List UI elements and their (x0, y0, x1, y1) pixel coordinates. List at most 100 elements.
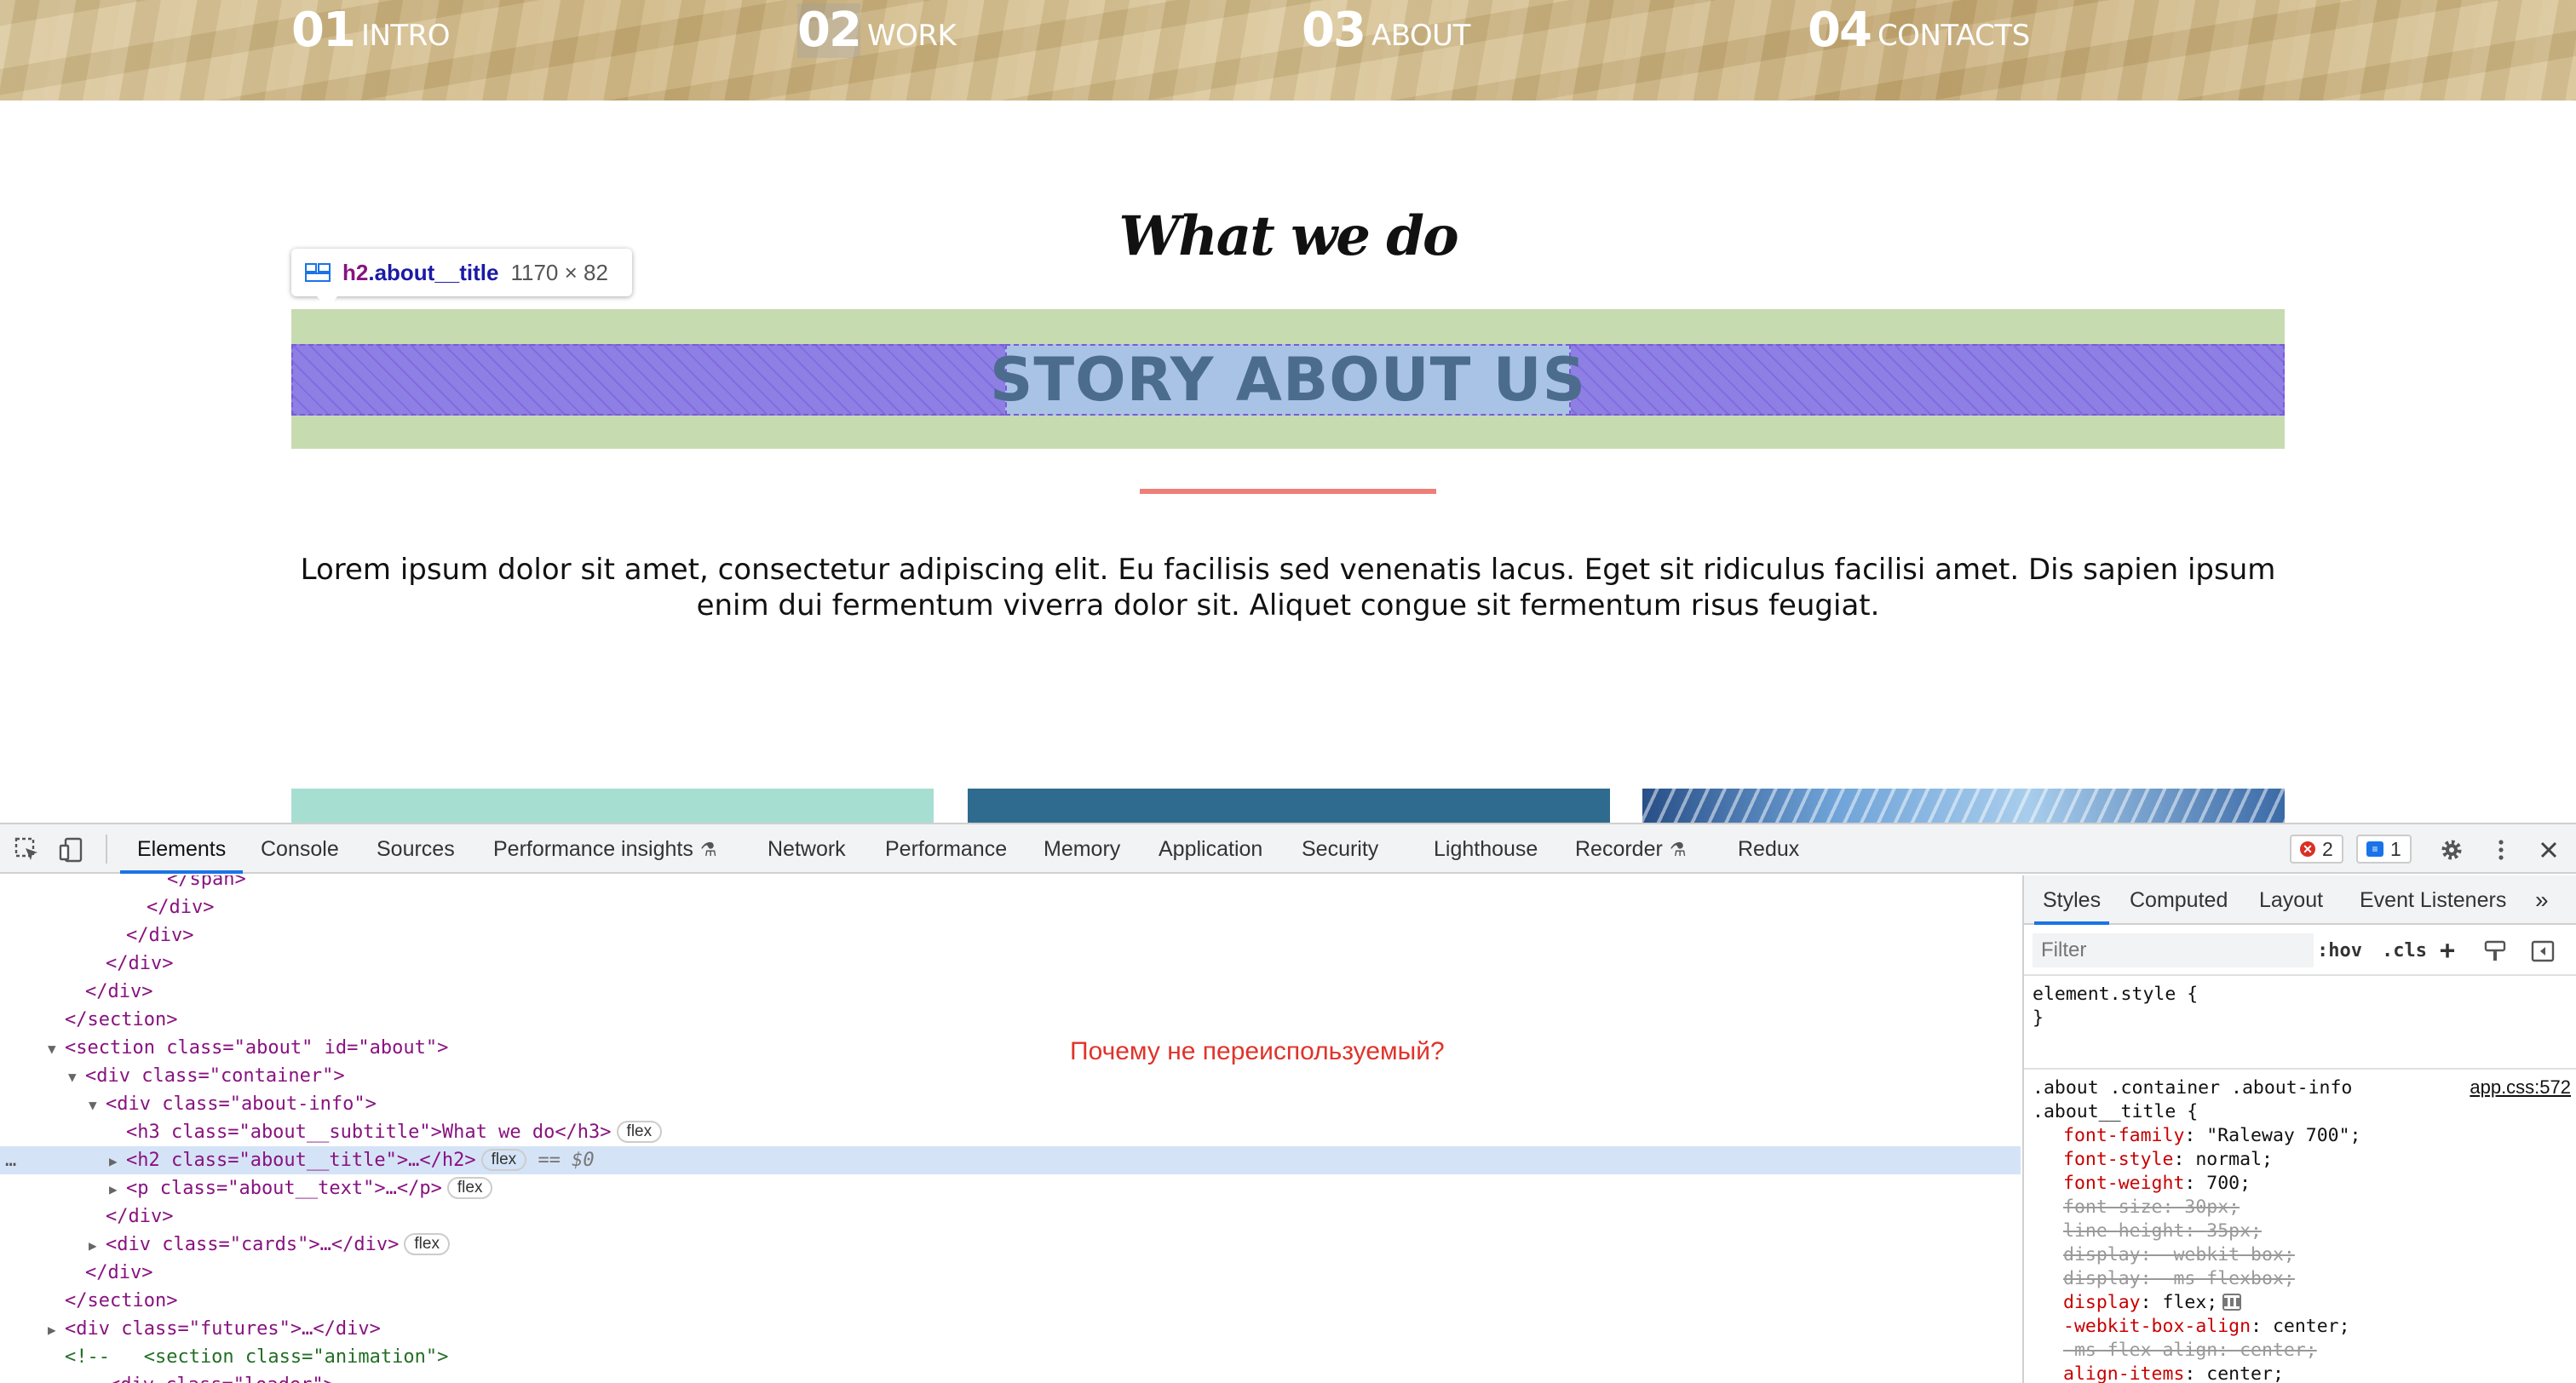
expand-triangle-icon[interactable]: ▼ (48, 1035, 65, 1063)
message-count-badge[interactable]: ≡ 1 (2356, 835, 2412, 864)
css-declaration[interactable]: -webkit-box-align: center; (2063, 1315, 2576, 1339)
css-declaration-overridden[interactable]: line-height: 35px; (2063, 1219, 2576, 1243)
nav-item-about[interactable]: 03 ABOUT (1302, 3, 1470, 58)
css-declaration[interactable]: align-items: center; (2063, 1363, 2576, 1383)
css-declaration[interactable]: font-weight: 700; (2063, 1172, 2576, 1196)
flexbox-editor-icon[interactable] (2222, 1294, 2242, 1311)
expand-triangle-icon[interactable]: ▼ (89, 1091, 106, 1119)
dom-node-line[interactable]: ▶ <div class="cards">…</div> flex (0, 1231, 2021, 1259)
expand-triangle-icon[interactable]: ▶ (89, 1231, 106, 1260)
tab-label: Performance insights (493, 837, 693, 861)
flex-container-icon (305, 263, 331, 282)
dom-node-text: <div class="loader"> (109, 1374, 335, 1383)
css-value: center; (2272, 1316, 2350, 1337)
tab-styles[interactable]: Styles (2033, 875, 2110, 925)
dom-node-line[interactable]: </div> (0, 893, 2021, 921)
tab-redux[interactable]: Redux (1738, 824, 1799, 874)
dom-node-line[interactable]: <!-- <section class="animation"> (0, 1343, 2021, 1371)
rule-source-link[interactable]: app.css:572 (2470, 1076, 2571, 1099)
css-declaration[interactable]: font-style: normal; (2063, 1148, 2576, 1172)
dom-node-line-selected[interactable]: … ▶ <h2 class="about__title">…</h2> flex ==… (0, 1146, 2021, 1174)
dom-node-text: </div> (85, 981, 153, 1002)
about-title-text: STORY ABOUT US (989, 345, 1587, 415)
css-property: font-size (2063, 1196, 2163, 1218)
selected-node-gutter[interactable]: … (5, 1146, 16, 1174)
dom-node-line[interactable]: ▼ <section class="about" id="about"> (0, 1034, 2021, 1062)
css-declaration-overridden[interactable]: display: -webkit-box; (2063, 1243, 2576, 1267)
tab-lighthouse[interactable]: Lighthouse (1434, 824, 1538, 874)
dom-node-line[interactable]: </div> (0, 950, 2021, 978)
css-declaration[interactable]: font-family: "Raleway 700"; (2063, 1124, 2576, 1148)
css-declaration[interactable]: display: flex; (2063, 1291, 2576, 1315)
dom-node-line[interactable]: ▶ <p class="about__text">…</p> flex (0, 1174, 2021, 1202)
dom-node-line[interactable]: ▼ <div class="about-info"> (0, 1090, 2021, 1118)
more-tabs-chevron-icon[interactable]: » (2535, 875, 2549, 925)
inspect-element-icon[interactable] (14, 836, 41, 864)
settings-gear-icon[interactable] (2438, 836, 2465, 864)
nav-item-work[interactable]: 02 WORK (797, 3, 957, 58)
tab-event-listeners[interactable]: Event Listeners (2360, 875, 2506, 925)
flex-badge[interactable]: flex (616, 1121, 663, 1143)
dom-node-line[interactable]: </div> (0, 978, 2021, 1006)
dom-node-line[interactable]: </div> (0, 1202, 2021, 1231)
dom-node-line[interactable]: ▼ <div class="container"> (0, 1062, 2021, 1090)
dom-node-line[interactable]: </div> (0, 921, 2021, 950)
card-3[interactable] (1642, 789, 2285, 823)
tab-application[interactable]: Application (1159, 824, 1262, 874)
tab-label: Recorder (1575, 837, 1663, 861)
device-toolbar-icon[interactable] (58, 836, 85, 864)
tab-memory[interactable]: Memory (1044, 824, 1120, 874)
tab-recorder[interactable]: Recorder ⚗ (1575, 824, 1687, 874)
error-count-badge[interactable]: ✕ 2 (2290, 835, 2343, 864)
css-value: "Raleway 700"; (2206, 1125, 2361, 1146)
expand-triangle-icon[interactable]: ▶ (109, 1147, 126, 1175)
tab-layout[interactable]: Layout (2259, 875, 2323, 925)
tab-sources[interactable]: Sources (377, 824, 455, 874)
tab-computed[interactable]: Computed (2130, 875, 2228, 925)
hover-state-button[interactable]: :hov (2317, 935, 2362, 967)
nav-number: 02 (797, 3, 862, 58)
dom-node-line[interactable]: ▶ <div class="futures">…</div> (0, 1315, 2021, 1343)
flex-badge[interactable]: flex (446, 1177, 493, 1199)
expand-triangle-icon[interactable]: ▶ (109, 1175, 126, 1203)
css-declaration-overridden[interactable]: display: -ms-flexbox; (2063, 1267, 2576, 1291)
css-property: display (2063, 1292, 2141, 1313)
card-2[interactable] (968, 789, 1610, 823)
nav-item-contacts[interactable]: 04 CONTACTS (1808, 3, 2030, 58)
flex-badge[interactable]: flex (404, 1233, 450, 1255)
tab-security[interactable]: Security (1302, 824, 1378, 874)
tab-console[interactable]: Console (261, 824, 339, 874)
css-value: flex; (2162, 1292, 2218, 1313)
nav-number: 03 (1302, 3, 1366, 58)
toggle-sidebar-icon[interactable] (2530, 938, 2556, 964)
tab-network[interactable]: Network (768, 824, 846, 874)
close-icon[interactable] (2535, 836, 2562, 864)
message-icon: ≡ (2366, 841, 2383, 857)
more-options-icon[interactable] (2487, 836, 2515, 864)
expand-triangle-icon[interactable]: ▶ (48, 1316, 65, 1344)
dom-node-line[interactable]: </span> (0, 875, 2021, 893)
tab-elements[interactable]: Elements (119, 824, 244, 874)
dom-node-line[interactable]: </section> (0, 1006, 2021, 1034)
expand-triangle-icon[interactable]: ▼ (68, 1063, 85, 1091)
tab-performance[interactable]: Performance (885, 824, 1007, 874)
new-rule-plus-icon[interactable]: + (2440, 935, 2455, 967)
title-underline (1140, 489, 1436, 494)
flex-badge[interactable]: flex (480, 1149, 527, 1171)
rule-selector[interactable]: .about__title { (2033, 1100, 2574, 1124)
dom-node-line[interactable]: </div> (0, 1259, 2021, 1287)
css-declaration-overridden[interactable]: font-size: 30px; (2063, 1196, 2576, 1219)
styles-filter-input[interactable] (2033, 933, 2314, 967)
paint-brush-icon[interactable] (2482, 938, 2508, 964)
class-toggle-button[interactable]: .cls (2382, 935, 2427, 967)
card-1[interactable] (291, 789, 934, 823)
tab-performance-insights[interactable]: Performance insights ⚗ (493, 824, 717, 874)
element-style-close: } (2033, 1007, 2044, 1029)
nav-item-intro[interactable]: 01 INTRO (291, 3, 451, 58)
element-style-selector[interactable]: element.style { (2033, 983, 2574, 1007)
dom-node-line[interactable]: <h3 class="about__subtitle">What we do</… (0, 1118, 2021, 1146)
css-declaration-overridden[interactable]: -ms-flex-align: center; (2063, 1339, 2576, 1363)
dom-node-line[interactable]: </section> (0, 1287, 2021, 1315)
nav-label: ABOUT (1371, 19, 1470, 53)
dom-node-line[interactable]: <div class="loader"> (0, 1371, 2021, 1383)
